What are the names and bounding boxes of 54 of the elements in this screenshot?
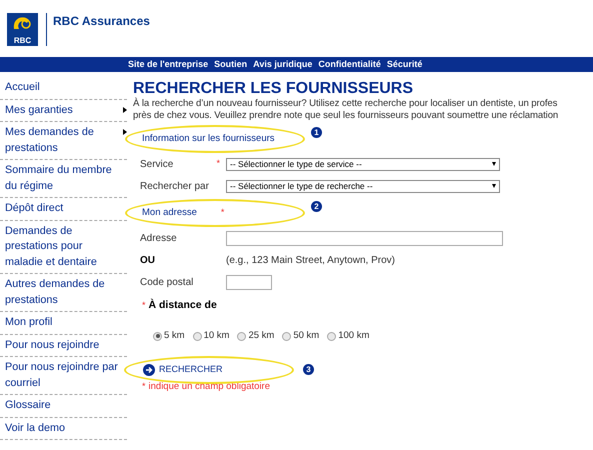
radio-option[interactable]: 25 km — [237, 328, 274, 344]
search-button[interactable]: RECHERCHER — [143, 363, 223, 377]
nav-link[interactable]: Confidentialité — [318, 60, 381, 69]
sidebar-item[interactable]: Autres demandes de prestations — [0, 274, 127, 312]
section-title: Mon adresse — [142, 206, 197, 220]
sidebar-item[interactable]: Sommaire du membre du régime — [0, 160, 127, 198]
sidebar-item[interactable]: Pour nous rejoindre par courriel — [0, 357, 127, 395]
radio-option[interactable]: 50 km — [282, 328, 320, 344]
step-badge: 3 — [303, 364, 314, 375]
dropdown-arrow-icon — [492, 162, 496, 166]
radio-option[interactable]: 100 km — [327, 328, 370, 344]
nav-link[interactable]: Site de l'entreprise — [128, 60, 208, 69]
field-label: Rechercher par — [140, 180, 209, 194]
required-mark: * — [142, 380, 146, 394]
sidebar-item[interactable]: Glossaire — [0, 395, 127, 418]
intro-text: À la recherche d’un nouveau fournisseur? Utilisez cette recherche pour localiser un dentiste, un profes — [133, 98, 558, 110]
required-mark: * — [216, 157, 220, 170]
sidebar-item[interactable]: Mon profil — [0, 312, 127, 334]
sidebar-item[interactable]: Demandes de prestations pour maladie et dentaire — [0, 220, 127, 274]
hint-text: (e.g., 123 Main Street, Anytown, Prov) — [226, 254, 395, 268]
required-note: indique un champ obligatoire — [148, 380, 270, 394]
sidebar-item[interactable]: Voir la demo — [0, 418, 127, 440]
page-title: RECHERCHER LES FOURNISSEURS — [133, 79, 414, 98]
input-field[interactable] — [226, 274, 272, 290]
section-title: Information sur les fournisseurs — [142, 132, 275, 146]
nav-link[interactable]: Avis juridique — [253, 60, 312, 69]
radio-option[interactable]: 5 km — [153, 328, 185, 344]
brand-name: RBC Assurances — [53, 15, 150, 27]
step-badge: 1 — [311, 127, 322, 138]
dropdown-arrow-icon — [492, 184, 496, 188]
required-mark: * — [142, 299, 146, 312]
sidebar-item[interactable]: Mes garanties — [0, 100, 127, 122]
field-label: Code postal — [140, 276, 194, 290]
radio-option[interactable]: 10 km — [192, 328, 230, 344]
field-label: Adresse — [140, 232, 177, 246]
submenu-arrow-icon — [123, 106, 127, 112]
sidebar-item[interactable]: Mes demandes de prestations — [0, 122, 127, 160]
sidebar-item[interactable]: Accueil — [0, 77, 127, 100]
required-mark: * — [220, 206, 224, 220]
nav-link[interactable]: Soutien — [214, 60, 248, 69]
nav-link[interactable]: Sécurité — [386, 60, 422, 69]
intro-text: près de chez vous. Veuillez prendre note que seul les fournisseurs pouvant soumettre une réclamation — [133, 110, 560, 122]
dropdown[interactable]: -- Sélectionner le type de service -- — [226, 158, 500, 170]
field-label: Service — [140, 158, 174, 172]
input-field[interactable] — [226, 230, 503, 246]
sidebar-item[interactable]: Pour nous rejoindre — [0, 334, 127, 357]
field-label: À distance de — [148, 298, 217, 314]
field-label: OU — [140, 254, 155, 268]
dropdown[interactable]: -- Sélectionner le type de recherche -- — [226, 180, 500, 192]
sidebar-item[interactable]: Dépôt direct — [0, 198, 127, 220]
logo-icon: RBC — [7, 13, 38, 46]
submenu-arrow-icon — [123, 129, 127, 135]
step-badge: 2 — [311, 201, 322, 212]
arrow-icon — [143, 364, 155, 376]
